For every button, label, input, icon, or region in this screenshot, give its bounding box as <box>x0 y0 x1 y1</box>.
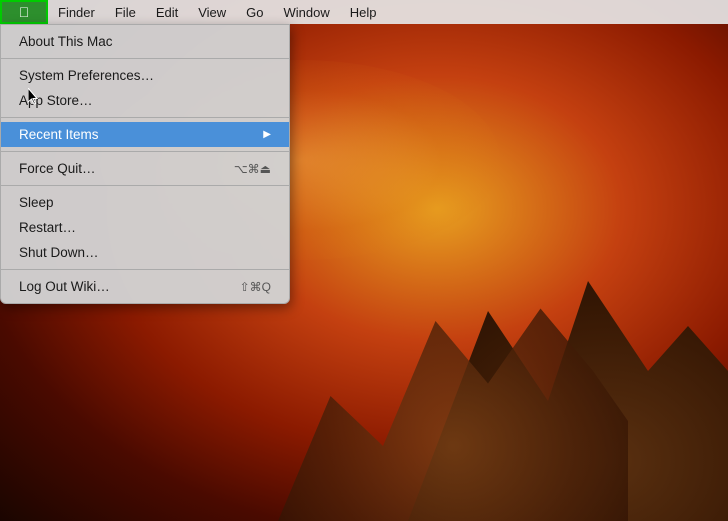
apple-menu-button[interactable]:  <box>0 0 48 24</box>
logout-shortcut: ⇧⌘Q <box>240 280 271 294</box>
menu-separator-3 <box>1 151 289 152</box>
menubar-edit[interactable]: Edit <box>146 0 188 24</box>
menu-item-restart[interactable]: Restart… <box>1 215 289 240</box>
menu-item-system-prefs[interactable]: System Preferences… <box>1 63 289 88</box>
menubar:  Finder File Edit View Go Window Help <box>0 0 728 24</box>
menubar-go[interactable]: Go <box>236 0 273 24</box>
menu-item-force-quit[interactable]: Force Quit… ⌥⌘⏏ <box>1 156 289 181</box>
menu-item-sleep[interactable]: Sleep <box>1 190 289 215</box>
menu-item-recent-items[interactable]: Recent Items ▶ <box>1 122 289 147</box>
menu-separator-4 <box>1 185 289 186</box>
force-quit-shortcut: ⌥⌘⏏ <box>234 162 271 176</box>
menu-separator-2 <box>1 117 289 118</box>
menu-separator-5 <box>1 269 289 270</box>
apple-logo-icon:  <box>19 5 30 19</box>
menu-item-about[interactable]: About This Mac <box>1 29 289 54</box>
apple-dropdown-menu: About This Mac System Preferences… App S… <box>0 24 290 304</box>
menu-separator-1 <box>1 58 289 59</box>
submenu-chevron-icon: ▶ <box>263 129 271 140</box>
menu-item-app-store[interactable]: App Store… <box>1 88 289 113</box>
menubar-help[interactable]: Help <box>340 0 387 24</box>
menubar-view[interactable]: View <box>188 0 236 24</box>
menubar-window[interactable]: Window <box>274 0 340 24</box>
menu-item-logout[interactable]: Log Out Wiki… ⇧⌘Q <box>1 274 289 299</box>
menu-item-shutdown[interactable]: Shut Down… <box>1 240 289 265</box>
menubar-finder[interactable]: Finder <box>48 0 105 24</box>
menubar-file[interactable]: File <box>105 0 146 24</box>
